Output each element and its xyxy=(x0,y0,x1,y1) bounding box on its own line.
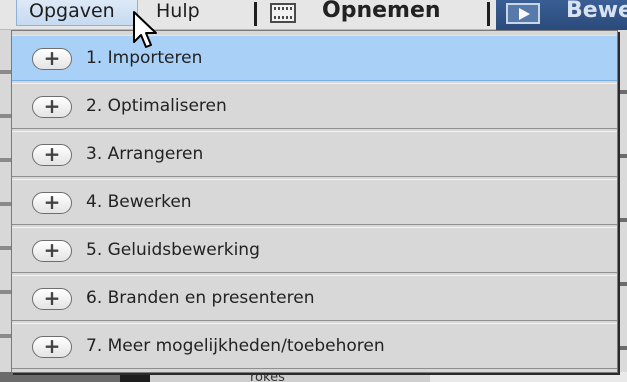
toolbar-separator xyxy=(254,2,257,26)
film-icon xyxy=(270,3,296,23)
plus-icon[interactable]: + xyxy=(32,96,72,118)
menu-item-label: 7. Meer mogelijkheden/toebehoren xyxy=(86,336,385,356)
plus-icon[interactable]: + xyxy=(32,192,72,214)
menu-item-label: 6. Branden en presenteren xyxy=(86,288,315,308)
menu-opgaven[interactable]: Opgaven xyxy=(16,0,138,26)
menu-item-label: 2. Optimaliseren xyxy=(86,96,227,116)
toolbar-separator xyxy=(487,2,490,26)
menu-item-bewerken[interactable]: + 4. Bewerken xyxy=(12,179,617,225)
edit-button[interactable]: Bewe xyxy=(496,0,627,30)
background-panel-right xyxy=(618,30,627,382)
plus-icon[interactable]: + xyxy=(32,336,72,358)
menu-item-label: 5. Geluidsbewerking xyxy=(86,240,260,260)
plus-icon[interactable]: + xyxy=(32,240,72,262)
record-button[interactable]: Opnemen xyxy=(270,0,492,30)
menu-item-optimaliseren[interactable]: + 2. Optimaliseren xyxy=(12,83,617,129)
menu-item-meer-mogelijkheden[interactable]: + 7. Meer mogelijkheden/toebehoren xyxy=(12,323,617,369)
menu-item-label: 3. Arrangeren xyxy=(86,144,204,164)
background-strip-bottom xyxy=(0,372,627,382)
menu-item-branden-presenteren[interactable]: + 6. Branden en presenteren xyxy=(12,275,617,321)
menu-item-geluidsbewerking[interactable]: + 5. Geluidsbewerking xyxy=(12,227,617,273)
opgaven-dropdown-menu: + 1. Importeren + 2. Optimaliseren + 3. … xyxy=(11,30,618,373)
plus-icon[interactable]: + xyxy=(32,48,72,70)
menu-item-importeren[interactable]: + 1. Importeren xyxy=(12,35,617,81)
menu-bar: Opgaven Hulp Opnemen Bewe xyxy=(0,0,627,30)
plus-icon[interactable]: + xyxy=(32,288,72,310)
record-label: Opnemen xyxy=(322,0,441,23)
play-icon xyxy=(506,3,540,24)
mouse-cursor-icon xyxy=(133,11,157,48)
menu-item-label: 4. Bewerken xyxy=(86,192,192,212)
menu-item-arrangeren[interactable]: + 3. Arrangeren xyxy=(12,131,617,177)
plus-icon[interactable]: + xyxy=(32,144,72,166)
edit-label: Bewe xyxy=(566,0,627,23)
